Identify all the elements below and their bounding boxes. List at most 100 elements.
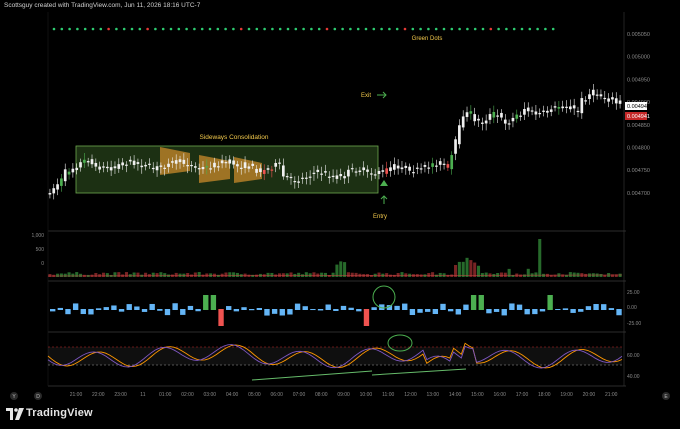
signal-dot	[434, 27, 438, 31]
volume-bar	[354, 272, 358, 277]
candle-body	[335, 175, 339, 179]
volume-bar	[224, 272, 228, 277]
candle-body	[224, 162, 228, 164]
candle-body	[324, 171, 327, 173]
candle-body	[373, 174, 377, 176]
candle-body	[561, 106, 565, 109]
candle-body	[171, 161, 174, 163]
osc-bar	[72, 303, 79, 310]
candle-body	[159, 165, 163, 167]
signal-dot	[169, 27, 173, 31]
time-tick-label: 21:00	[605, 392, 618, 398]
osc-bar	[501, 309, 507, 316]
volume-bar	[113, 272, 117, 277]
volume-bar	[56, 273, 60, 277]
candle-body	[278, 162, 281, 164]
volume-bar	[212, 273, 217, 277]
volume-bar	[519, 274, 523, 277]
candle-body	[312, 172, 316, 174]
osc-bar	[447, 309, 454, 312]
volume-bar	[94, 273, 98, 277]
osc-bar	[478, 295, 484, 310]
volume-tick-label: 0	[41, 261, 44, 267]
volume-bar	[339, 261, 343, 277]
signal-dot	[286, 27, 290, 31]
signal-dot	[247, 27, 251, 31]
osc-bar	[532, 309, 538, 315]
osc-bar	[555, 309, 561, 311]
osc-bar	[141, 309, 148, 312]
candle-body	[427, 167, 431, 169]
candle-body	[197, 168, 201, 170]
signal-dot	[138, 27, 142, 31]
signal-dot	[450, 27, 454, 31]
candle-body	[113, 166, 117, 169]
osc-bar	[95, 308, 102, 310]
candle-body	[412, 172, 415, 174]
signal-dot	[473, 27, 477, 31]
volume-bar	[461, 261, 465, 277]
candle-body	[458, 125, 461, 145]
volume-bar	[526, 268, 530, 277]
volume-bar	[350, 272, 354, 277]
candle-body	[618, 100, 622, 104]
signal-dot	[481, 27, 485, 31]
osc-bar	[425, 309, 431, 312]
osc-bar	[226, 306, 232, 310]
candle-body	[67, 171, 71, 175]
candle-body	[591, 89, 595, 96]
signal-dot	[395, 27, 399, 31]
osc-bar	[287, 309, 293, 315]
volume-bar	[614, 274, 618, 277]
candle-body	[377, 170, 381, 174]
signal-dot	[216, 27, 220, 31]
osc-bar	[539, 309, 546, 312]
candle-body	[370, 173, 373, 175]
candle-body	[565, 106, 568, 108]
candle-body	[461, 116, 465, 128]
chart-area[interactable]: 0.0050500.0050000.0049500.0049000.004850…	[0, 0, 680, 402]
candle-body	[155, 166, 159, 171]
candle-body	[347, 169, 350, 177]
price-tick-label: 0.004850	[627, 123, 650, 129]
candle-body	[71, 168, 75, 173]
candle-body	[75, 167, 79, 171]
candle-body	[526, 107, 530, 112]
signal-dot	[154, 27, 157, 31]
candle-body	[308, 176, 312, 178]
price-tick-label: 0.004750	[627, 168, 650, 174]
volume-bar	[174, 272, 178, 277]
volume-bar	[385, 273, 389, 277]
candle-body	[611, 97, 614, 100]
signal-dot	[372, 27, 376, 31]
signal-dot	[200, 27, 204, 31]
price-tick-label: 0.004700	[627, 191, 650, 197]
candle-body	[186, 165, 190, 167]
candle-body	[128, 159, 132, 162]
price-tick-label: 0.004800	[627, 146, 650, 152]
time-tick-label: 16:00	[493, 392, 506, 398]
candle-body	[220, 160, 224, 164]
osc-bar	[88, 309, 94, 315]
osc-bar	[493, 309, 500, 312]
signal-dot	[364, 27, 368, 31]
candle-body	[228, 159, 232, 164]
osc-bar	[111, 305, 117, 310]
time-tick-label: 02:00	[181, 392, 194, 398]
osc-bar	[371, 307, 377, 310]
candle-body	[262, 169, 266, 174]
candle-body	[350, 168, 354, 170]
candle-body	[503, 119, 507, 124]
d-button-label: D	[36, 394, 40, 400]
candle-body	[511, 117, 515, 122]
osc-bar	[578, 309, 584, 312]
volume-bar	[278, 273, 282, 277]
volume-bar	[450, 274, 454, 277]
volume-bar	[427, 273, 431, 277]
candle-body	[213, 162, 216, 168]
time-tick-label: 22:00	[92, 392, 105, 398]
volume-bar	[59, 273, 63, 277]
candle-body	[163, 167, 167, 169]
candle-body	[530, 110, 534, 112]
candle-body	[580, 98, 584, 114]
